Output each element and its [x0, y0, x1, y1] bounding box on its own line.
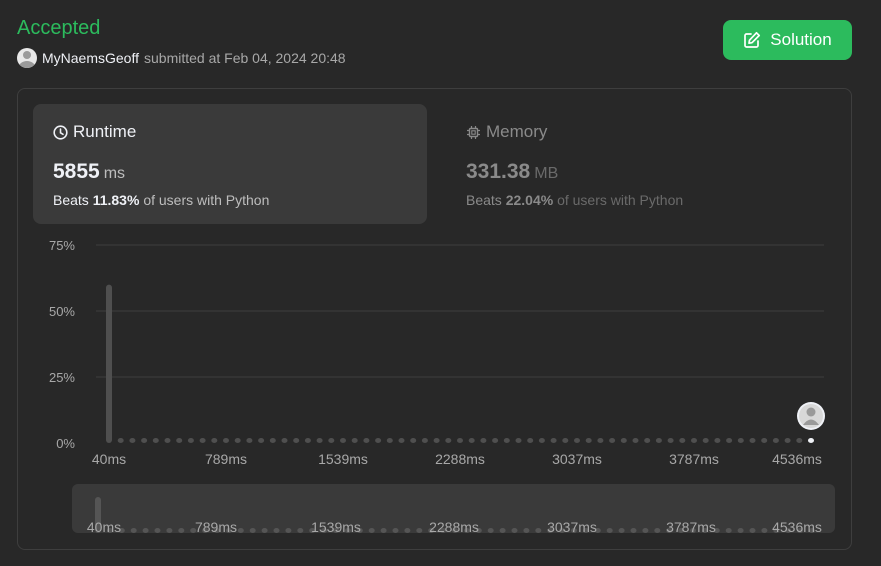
runtime-value: 5855 ms — [53, 160, 125, 184]
runtime-number: 5855 — [53, 160, 100, 183]
memory-beats-value: 22.04% — [505, 192, 554, 208]
user-avatar[interactable] — [17, 48, 37, 68]
memory-title-label: Memory — [486, 122, 548, 141]
runtime-card[interactable]: Runtime 5855 ms Beats 11.83% of users wit… — [33, 104, 427, 224]
clock-icon — [53, 124, 68, 140]
runtime-beats: Beats 11.83% of users with Python — [53, 192, 269, 208]
memory-title: Memory — [466, 122, 547, 142]
edit-icon — [744, 31, 761, 48]
username-link[interactable]: MyNaemsGeoff — [42, 50, 139, 66]
solution-button[interactable]: Solution — [723, 20, 852, 60]
memory-beats: Beats 22.04% of users with Python — [466, 192, 683, 208]
submission-meta: MyNaemsGeoff submitted at Feb 04, 2024 2… — [17, 48, 346, 68]
runtime-title-label: Runtime — [73, 122, 137, 141]
chip-icon — [467, 125, 480, 139]
runtime-unit: ms — [103, 165, 126, 182]
solution-button-label: Solution — [770, 30, 832, 49]
memory-value: 331.38 MB — [466, 160, 558, 184]
memory-card[interactable]: Memory 331.38 MB Beats 22.04% of users wi… — [446, 104, 840, 224]
memory-beats-suffix: of users with Python — [557, 192, 684, 208]
memory-unit: MB — [534, 165, 559, 182]
runtime-title: Runtime — [53, 122, 136, 142]
runtime-beats-label: Beats — [53, 192, 89, 208]
runtime-beats-value: 11.83% — [92, 192, 140, 208]
memory-beats-label: Beats — [466, 192, 502, 208]
memory-number: 331.38 — [466, 160, 531, 183]
submission-status: Accepted — [17, 17, 101, 39]
runtime-beats-suffix: of users with Python — [143, 192, 270, 208]
submitted-time: submitted at Feb 04, 2024 20:48 — [144, 50, 346, 66]
